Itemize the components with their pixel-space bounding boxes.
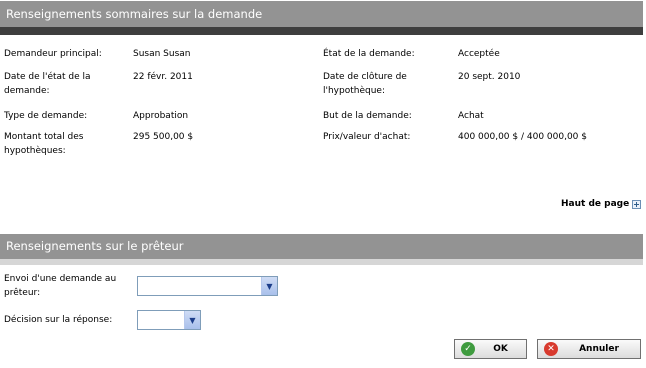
back-to-top-link[interactable]: Haut de page xyxy=(561,199,642,209)
expand-plus-icon xyxy=(632,199,642,209)
send-request-label: Envoi d'une demande au prêteur: xyxy=(4,274,117,298)
closing-date-value: 20 sept. 2010 xyxy=(458,72,521,82)
summary-header-bar xyxy=(0,27,643,35)
status-date-value: 22 févr. 2011 xyxy=(133,72,193,82)
decision-value xyxy=(138,311,184,329)
request-purpose-value: Achat xyxy=(458,111,484,121)
applicant-label: Demandeur principal: xyxy=(4,49,102,59)
cancel-button[interactable]: ✕ Annuler xyxy=(537,339,641,359)
cancel-icon: ✕ xyxy=(544,342,558,356)
chevron-down-icon: ▼ xyxy=(261,277,277,295)
purchase-price-value: 400 000,00 $ / 400 000,00 $ xyxy=(458,132,587,142)
chevron-down-icon: ▼ xyxy=(184,311,200,329)
send-request-value xyxy=(138,277,261,295)
ok-button-label: OK xyxy=(493,344,508,354)
send-request-select[interactable]: ▼ xyxy=(137,276,278,296)
decision-label: Décision sur la réponse: xyxy=(4,315,113,325)
status-value: Acceptée xyxy=(458,49,500,59)
request-purpose-label: But de la demande: xyxy=(323,111,412,121)
total-mortgage-label: Montant total des hypothèques: xyxy=(4,132,84,156)
applicant-value: Susan Susan xyxy=(133,49,191,59)
status-label: État de la demande: xyxy=(323,49,415,59)
ok-button[interactable]: ✓ OK xyxy=(454,339,527,359)
cancel-button-label: Annuler xyxy=(579,344,619,354)
request-type-label: Type de demande: xyxy=(4,111,88,121)
status-date-label: Date de l'état de la demande: xyxy=(4,72,91,96)
summary-section-header: Renseignements sommaires sur la demande xyxy=(0,1,643,27)
purchase-price-label: Prix/valeur d'achat: xyxy=(323,132,411,142)
check-icon: ✓ xyxy=(461,342,475,356)
lender-section-header: Renseignements sur le prêteur xyxy=(0,234,643,259)
lender-header-bar xyxy=(0,259,643,265)
back-to-top-label: Haut de page xyxy=(561,199,630,209)
decision-select[interactable]: ▼ xyxy=(137,310,201,330)
total-mortgage-value: 295 500,00 $ xyxy=(133,132,194,142)
closing-date-label: Date de clôture de l'hypothèque: xyxy=(323,72,407,96)
request-type-value: Approbation xyxy=(133,111,189,121)
